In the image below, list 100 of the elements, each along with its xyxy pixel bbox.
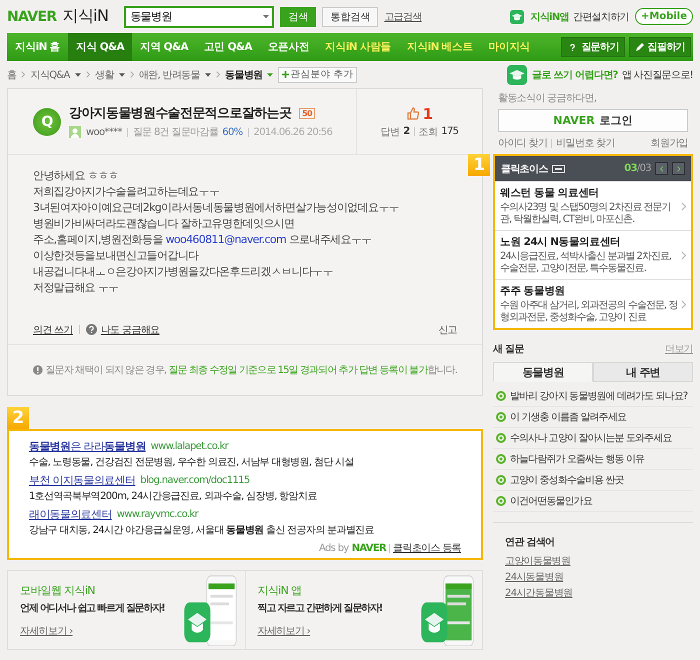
notice-text: 질문자 채택이 되지 않은 경우, 질문 최종 수정일 기준으로 15일 경과되어 추가 답변 등록이 불가합니다. (46, 364, 457, 377)
marker-badge: 1 (468, 154, 490, 176)
clickchoice-description: 수원 아주대 삼거리, 외과전공의 수술전문, 정형외과전문, 중성화수술, 고양이 진료 (500, 300, 678, 324)
close-rate: 60% (222, 126, 243, 138)
ad-description: 1호선역곡북부역200m, 24시간응급진료, 외과수술, 심장병, 항암치료 (29, 490, 318, 503)
section-title: 새 질문 (493, 343, 524, 356)
breadcrumb-item[interactable]: 홈 (7, 68, 16, 82)
app-icon (510, 10, 524, 24)
info-icon (33, 365, 43, 375)
search-field[interactable]: 동물병원 (124, 6, 274, 28)
caret-icon[interactable] (267, 72, 274, 76)
ads-by-label: Ads by (318, 542, 349, 554)
related-search-link[interactable]: 고양이동물병원 (505, 554, 681, 568)
chevron-icon (680, 300, 686, 308)
clickchoice-title-link[interactable]: 노원 24시 N동물의료센터 (500, 235, 679, 249)
signup-link[interactable]: 회원가입 (650, 136, 688, 150)
q-bullet-icon (496, 391, 506, 401)
more-link[interactable]: 자세히보기 › (258, 624, 420, 638)
chevron-icon (680, 202, 686, 210)
search-button[interactable]: 검색 (280, 6, 316, 26)
total-search-button[interactable]: 통합검색 (322, 6, 378, 26)
app-tip-highlight[interactable]: 글로 쓰기 어렵다면? (532, 68, 618, 82)
caret-icon (263, 14, 270, 18)
more-link[interactable]: 자세히보기 › (20, 624, 182, 638)
nav-tab[interactable]: 지역 Q&A (132, 33, 196, 61)
page-total: /03 (636, 163, 651, 174)
like-count: 1 (422, 104, 432, 122)
answers-count: 2 (403, 126, 410, 137)
ad-description: 수술, 노령동물, 건강검진 전문병원, 우수한 의료진, 서남부 대형병원, 첨단 시설 (29, 456, 355, 469)
login-prompt: 활동소식이 궁금하다면, (498, 92, 598, 105)
related-search-link[interactable]: 24시간동물병원 (505, 586, 681, 600)
question-body-line: 저희집강아지가수술을려고하는데요ㅜㅜ (33, 185, 220, 199)
nav-tab[interactable]: 지식iN 홈 (7, 33, 68, 61)
account-link[interactable]: 비밀번호 찾기 (556, 136, 615, 150)
ad-description: 강남구 대치동, 24시간 야간응급실운영, 서울대 동물병원 출신 전공자의 분과별진료 (29, 524, 375, 537)
question-body-line: 안녕하세요 ㅎㅎㅎ (33, 169, 120, 183)
account-link[interactable]: 아이디 찾기 (498, 136, 548, 150)
naver-ads-logo: NAVER (352, 542, 386, 554)
login-button[interactable]: NAVER 로그인 (498, 109, 688, 132)
question-list-item[interactable]: 이건어떤동물인가요 (493, 491, 693, 512)
app-tip-text[interactable]: 앱 사진질문으로! (622, 68, 693, 82)
points-badge: 50 (299, 108, 315, 118)
question-list-item[interactable]: 수의사나 고양이 잘아시는분 도와주세요 (493, 428, 693, 449)
chevron-icon (660, 166, 664, 172)
page-current: 03 (624, 163, 637, 174)
nav-tab[interactable]: 고민 Q&A (196, 33, 260, 61)
report-link[interactable]: 신고 (438, 322, 457, 336)
curious-link[interactable]: 나도 궁금해요 (100, 322, 160, 336)
question-list-item[interactable]: 하늘다람쥐가 오줌싸는 행동 이유 (493, 449, 693, 470)
chevron-icon (21, 71, 26, 78)
help-icon (86, 324, 97, 335)
question-body-line: 저정말급해요 ㅜㅜ (33, 281, 120, 295)
breadcrumb-item[interactable]: 생활 (94, 68, 114, 82)
caret-icon[interactable] (74, 72, 81, 76)
related-search-link[interactable]: 24시동물병원 (505, 570, 681, 584)
nav-tab[interactable]: 오픈사전 (260, 33, 318, 61)
thumbs-up-icon[interactable] (406, 107, 419, 120)
naver-logo[interactable]: NAVER (7, 8, 56, 24)
question-list-item[interactable]: 이 기생충 이름좀 알려주세요 (493, 407, 693, 428)
q-bullet-icon (496, 496, 506, 506)
prev-button[interactable] (655, 162, 668, 175)
app-name[interactable]: 지식iN앱 (530, 10, 569, 24)
question-body-line: 병원비가비싸더라도괜찮습니다 잘하고유명한데잇으시면 (33, 217, 296, 231)
promo-text: 찍고 자르고 간편하게 질문하자! (258, 602, 384, 614)
chevron-icon (130, 71, 134, 78)
email-link[interactable]: woo460811@naver.com (166, 233, 286, 246)
ad-url: www.lalapet.co.kr (150, 441, 228, 452)
write-button[interactable]: 집필하기 (628, 37, 691, 57)
ad-url: www.rayvmc.co.kr (116, 509, 198, 520)
clickchoice-title-link[interactable]: 주주 동물병원 (500, 284, 679, 298)
service-name[interactable]: 지식iN (62, 6, 108, 27)
question-date: 2014.06.26 20:56 (254, 126, 332, 138)
answers-label: 답변 (380, 126, 400, 138)
chevron-icon (86, 71, 90, 78)
ask-button[interactable]: 질문하기 (561, 37, 625, 57)
q-bullet-icon (496, 412, 506, 422)
user-name[interactable]: woo**** (86, 126, 122, 138)
mobile-button[interactable]: +Mobile (635, 8, 693, 25)
register-link[interactable]: 클릭초이스 등록 (393, 541, 461, 555)
tab[interactable]: 동물병원 (493, 362, 593, 382)
section-title: 연관 검색어 (505, 536, 556, 549)
stats-label: 질문 8건 질문마감률 (132, 126, 218, 139)
caret-icon[interactable] (204, 72, 211, 76)
promo-title: 모바일웹 지식iN (20, 582, 96, 598)
nav-tab[interactable]: 지식 Q&A (68, 33, 132, 61)
breadcrumb-item[interactable]: 지식Q&A (30, 68, 70, 82)
question-list-item[interactable]: 발바리 강아지 동물병원에 데려가도 되나요? (493, 386, 693, 407)
tab[interactable]: 내 주변 (593, 362, 693, 382)
q-bullet-icon (496, 433, 506, 443)
breadcrumb-item[interactable]: 동물병원 (225, 68, 262, 82)
app-install-link[interactable]: 간편설치하기 (572, 10, 629, 24)
next-button[interactable] (672, 162, 685, 175)
advanced-search-link[interactable]: 고급검색 (384, 10, 422, 24)
question-list-item[interactable]: 고양이 중성화수술비용 싼곳 (493, 470, 693, 491)
breadcrumb-item[interactable]: 애완, 반려동물 (138, 68, 200, 82)
question-body-line: 이상한것등을보내면신고들어갑니다 (33, 249, 200, 263)
clickchoice-title-link[interactable]: 웨스턴 동물 의료센터 (500, 186, 679, 200)
comment-link[interactable]: 의견 쓰기 (33, 322, 73, 336)
add-interest-button[interactable]: 관심분야 추가 (278, 66, 358, 82)
caret-icon[interactable] (118, 72, 125, 76)
